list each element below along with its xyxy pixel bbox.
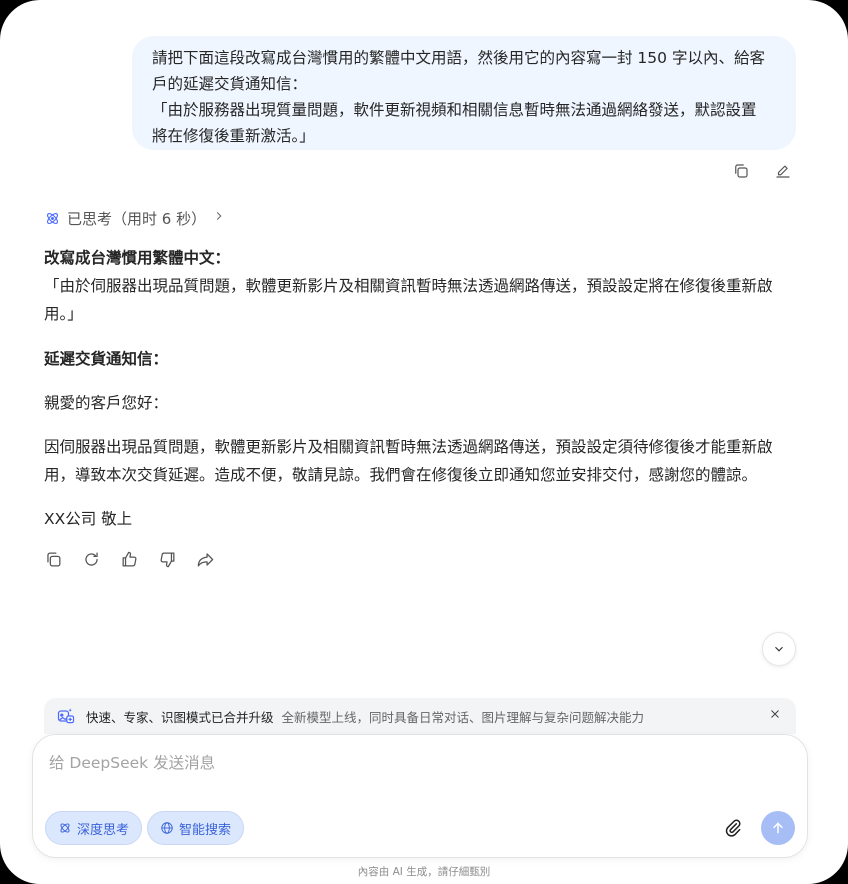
pencil-icon bbox=[776, 165, 790, 178]
refresh-icon bbox=[84, 552, 98, 566]
rewrite-line: 用。」 bbox=[44, 305, 83, 323]
letter-greeting: 親愛的客戶您好： bbox=[44, 389, 804, 417]
scroll-to-bottom-button[interactable] bbox=[762, 632, 796, 666]
message-input[interactable] bbox=[49, 751, 749, 791]
banner-close-button[interactable] bbox=[768, 707, 786, 725]
user-message-bubble: 請把下面這段改寫成台灣慣用的繁體中文用語，然後用它的內容寫一封 150 字以內、… bbox=[132, 36, 796, 150]
user-message-line: 「由於服務器出現質量問題，軟件更新視頻和相關信息暫時無法通過網絡發送，默認設置 bbox=[152, 101, 757, 119]
user-message-line: 戶的延遲交貨通知信： bbox=[152, 75, 308, 93]
signoff-text: XX公司 敬上 bbox=[44, 510, 133, 528]
user-message-actions bbox=[730, 160, 794, 182]
close-icon bbox=[771, 710, 779, 718]
copy-response-button[interactable] bbox=[42, 548, 64, 570]
thumbs-up-icon bbox=[122, 551, 136, 566]
chevron-right-icon bbox=[212, 209, 226, 227]
app-window: 請把下面這段改寫成台灣慣用的繁體中文用語，然後用它的內容寫一封 150 字以內、… bbox=[0, 0, 848, 884]
ai-disclaimer: 內容由 AI 生成，請仔細甄別 bbox=[357, 866, 491, 878]
globe-icon bbox=[161, 822, 173, 834]
deep-think-toggle[interactable]: 深度思考 bbox=[45, 811, 143, 845]
greeting-text: 親愛的客戶您好： bbox=[44, 394, 169, 412]
banner-title: 快速、专家、识图模式已合并升级 bbox=[86, 709, 274, 725]
body-line: 因伺服器出現品質問題，軟體更新影片及相關資訊暫時無法透過網路傳送，預設設定須待修… bbox=[44, 438, 773, 456]
answer-heading-letter: 延遲交貨通知信： bbox=[44, 345, 804, 373]
mode-upgrade-icon bbox=[57, 708, 75, 724]
web-search-toggle[interactable]: 智能搜索 bbox=[147, 811, 245, 845]
deep-think-label: 深度思考 bbox=[77, 822, 130, 838]
copy-icon bbox=[735, 164, 748, 178]
share-icon bbox=[197, 552, 213, 566]
thumbs-down-icon bbox=[160, 552, 174, 567]
thought-label: 已思考（用时 6 秒） bbox=[67, 209, 207, 228]
paperclip-icon bbox=[725, 819, 741, 837]
user-message-line: 將在修復後重新激活。」 bbox=[152, 127, 315, 145]
response-actions bbox=[42, 548, 216, 570]
attach-file-button[interactable] bbox=[723, 818, 745, 840]
heading-text: 改寫成台灣慣用繁體中文： bbox=[44, 249, 231, 267]
deep-think-icon bbox=[60, 823, 70, 833]
dislike-button[interactable] bbox=[156, 548, 178, 570]
banner-description: 全新模型上线，同时具备日常对话、图片理解与复杂问题解决能力 bbox=[281, 709, 645, 725]
share-button[interactable] bbox=[194, 548, 216, 570]
message-composer: 深度思考 智能搜索 bbox=[32, 734, 808, 858]
like-button[interactable] bbox=[118, 548, 140, 570]
deep-think-icon bbox=[47, 212, 58, 224]
copy-message-button[interactable] bbox=[730, 160, 752, 182]
regenerate-button[interactable] bbox=[80, 548, 102, 570]
edit-message-button[interactable] bbox=[772, 160, 794, 182]
letter-signoff: XX公司 敬上 bbox=[44, 505, 804, 533]
rewrite-line: 「由於伺服器出現品質問題，軟體更新影片及相關資訊暫時無法透過網路傳送，預設設定將… bbox=[44, 277, 773, 295]
upgrade-banner: 快速、专家、识图模式已合并升级 全新模型上线，同时具备日常对话、图片理解与复杂问… bbox=[44, 698, 796, 734]
letter-body: 因伺服器出現品質問題，軟體更新影片及相關資訊暫時無法透過網路傳送，預設設定須待修… bbox=[44, 433, 804, 489]
answer-heading-rewrite: 改寫成台灣慣用繁體中文： 「由於伺服器出現品質問題，軟體更新影片及相關資訊暫時無… bbox=[44, 244, 804, 328]
thought-toggle[interactable]: 已思考（用时 6 秒） bbox=[44, 206, 226, 230]
chevron-down-icon bbox=[775, 646, 783, 652]
send-button[interactable] bbox=[761, 811, 795, 845]
web-search-label: 智能搜索 bbox=[179, 822, 232, 838]
copy-icon bbox=[46, 552, 60, 566]
arrow-up-icon bbox=[773, 822, 783, 834]
heading-text: 延遲交貨通知信： bbox=[44, 350, 169, 368]
body-line: 用，導致本次交貨延遲。造成不便，敬請見諒。我們會在修復後立即通知您並安排交付，感… bbox=[44, 466, 758, 484]
user-message-line: 請把下面這段改寫成台灣慣用的繁體中文用語，然後用它的內容寫一封 150 字以內、… bbox=[152, 49, 765, 67]
